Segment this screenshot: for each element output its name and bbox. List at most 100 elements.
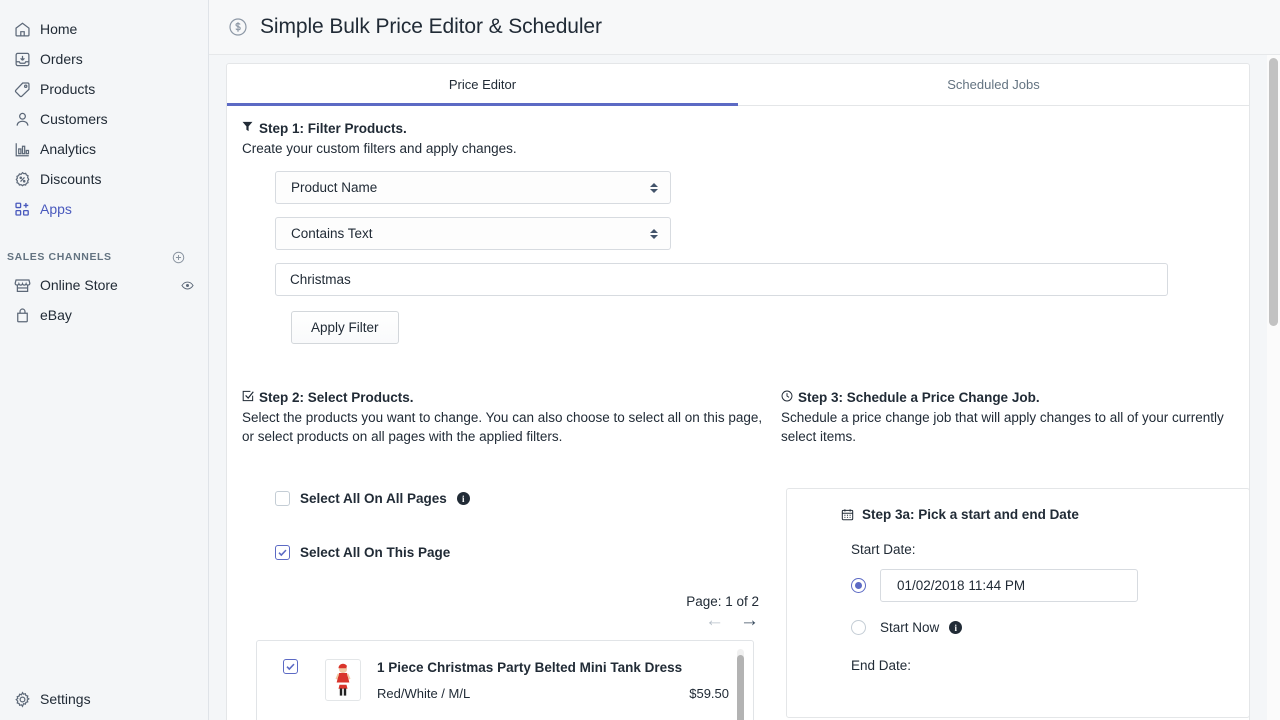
next-page-arrow-icon[interactable]: → [740, 611, 759, 630]
product-field-select[interactable]: Product Name [275, 171, 671, 204]
end-date-label: End Date: [851, 658, 912, 673]
section-title: SALES CHANNELS [7, 251, 112, 263]
sidebar-item-label: Orders [40, 51, 83, 67]
sidebar-item-apps[interactable]: Apps [0, 194, 208, 224]
info-icon[interactable]: i [456, 492, 470, 505]
start-date-radio-row [787, 569, 1249, 602]
select-all-this-page-label: Select All On This Page [300, 545, 451, 560]
select-all-pages-label: Select All On All Pages [300, 491, 447, 506]
step-1-fields: Product Name Contains Text Christmas App… [242, 171, 1227, 344]
apps-icon [4, 198, 40, 220]
step-3-title: Step 3: Schedule a Price Change Job. [798, 390, 1040, 405]
sidebar-footer: Settings [0, 684, 208, 720]
start-date-radio[interactable] [851, 578, 866, 593]
select-all-pages-row: Select All On All Pages i [275, 491, 769, 506]
prev-page-arrow-icon[interactable]: ← [705, 611, 724, 630]
condition-select-value: Contains Text [291, 226, 373, 241]
sidebar-item-label: Products [40, 81, 96, 97]
start-now-label: Start Now [880, 620, 940, 635]
sidebar-section-sales-channels: SALES CHANNELS [0, 244, 208, 270]
sidebar-item-online-store[interactable]: Online Store [0, 270, 208, 300]
sidebar-item-ebay[interactable]: eBay [0, 300, 208, 330]
select-all-this-page-checkbox[interactable] [275, 545, 290, 560]
start-now-radio-row: Start Now i [787, 620, 1249, 635]
sidebar-item-settings[interactable]: Settings [0, 684, 208, 714]
content-area: Price Editor Scheduled Jobs Step 1: Filt… [209, 55, 1280, 720]
product-list-scrollbar-thumb[interactable] [737, 655, 744, 720]
person-icon [4, 108, 40, 130]
step-3a-title: Step 3a: Pick a start and end Date [862, 507, 1079, 522]
gear-icon [4, 688, 40, 710]
sidebar-item-label: Apps [40, 201, 72, 217]
product-list-item[interactable]: 1 Piece Christmas Party Belted Mini Tank… [257, 641, 753, 701]
step-1-title: Step 1: Filter Products. [259, 121, 407, 136]
tab-price-editor[interactable]: Price Editor [227, 64, 738, 106]
sidebar-item-label: Analytics [40, 141, 97, 157]
sidebar-nav-list: Home Orders Products Customers Analytics… [0, 0, 208, 330]
app-root: Home Orders Products Customers Analytics… [0, 0, 1280, 720]
sidebar-item-home[interactable]: Home [0, 14, 208, 44]
tab-bar: Price Editor Scheduled Jobs [227, 64, 1249, 106]
step-2-title: Step 2: Select Products. [259, 390, 414, 405]
orders-icon [4, 48, 40, 70]
card-body: Step 1: Filter Products. Create your cus… [227, 106, 1250, 720]
condition-select[interactable]: Contains Text [275, 217, 671, 250]
sidebar: Home Orders Products Customers Analytics… [0, 0, 209, 720]
bag-icon [4, 304, 40, 326]
home-icon [4, 18, 40, 40]
sidebar-item-analytics[interactable]: Analytics [0, 134, 208, 164]
start-date-input[interactable] [880, 569, 1138, 602]
sidebar-item-label: Home [40, 21, 78, 37]
tab-label: Price Editor [448, 77, 517, 92]
apply-filter-button[interactable]: Apply Filter [291, 311, 399, 344]
app-header: Simple Bulk Price Editor & Scheduler [209, 0, 1280, 55]
step-1-description: Create your custom filters and apply cha… [242, 141, 517, 156]
calendar-icon [841, 508, 854, 521]
plus-circle-icon[interactable] [170, 249, 186, 265]
start-date-label: Start Date: [851, 542, 916, 557]
product-list-panel: 1 Piece Christmas Party Belted Mini Tank… [256, 640, 754, 720]
select-all-pages-checkbox[interactable] [275, 491, 290, 506]
step-3-section: Step 3: Schedule a Price Change Job. Sch… [775, 389, 1250, 720]
step-2-heading: Step 2: Select Products. [242, 389, 769, 406]
filter-text-input[interactable] [275, 263, 1168, 296]
tag-icon [4, 78, 40, 100]
product-variant: Red/White / M/L [377, 686, 471, 701]
product-variant-row: Red/White / M/L $59.50 [377, 686, 729, 701]
steps-2-3-row: Step 2: Select Products. Select the prod… [242, 389, 1250, 720]
sidebar-item-orders[interactable]: Orders [0, 44, 208, 74]
sidebar-item-label: Online Store [40, 277, 118, 293]
sidebar-item-customers[interactable]: Customers [0, 104, 208, 134]
page-title: Simple Bulk Price Editor & Scheduler [260, 15, 602, 38]
main-card: Price Editor Scheduled Jobs Step 1: Filt… [226, 63, 1250, 720]
clock-icon [781, 389, 798, 402]
step-2-description: Select the products you want to change. … [242, 410, 763, 444]
info-icon[interactable]: i [949, 621, 963, 634]
sidebar-item-label: Settings [40, 691, 91, 707]
step-3a-card: Step 3a: Pick a start and end Date Start… [786, 488, 1250, 718]
select-spinner-icon [650, 228, 658, 239]
start-now-radio[interactable] [851, 620, 866, 635]
pagination-status: Page: 1 of 2 [686, 594, 759, 609]
product-field-select-wrap: Product Name [275, 171, 671, 204]
step-1-section: Step 1: Filter Products. Create your cus… [242, 120, 1227, 344]
step-2-section: Step 2: Select Products. Select the prod… [242, 389, 775, 720]
sidebar-item-label: Customers [40, 111, 108, 127]
select-spinner-icon [650, 182, 658, 193]
product-thumbnail [325, 659, 361, 701]
tab-scheduled-jobs[interactable]: Scheduled Jobs [738, 64, 1249, 105]
tab-label: Scheduled Jobs [947, 77, 1040, 92]
page-scrollbar-thumb[interactable] [1269, 58, 1278, 326]
storefront-icon [4, 274, 40, 296]
sidebar-item-products[interactable]: Products [0, 74, 208, 104]
step-3-description: Schedule a price change job that will ap… [781, 410, 1224, 444]
sidebar-item-discounts[interactable]: Discounts [0, 164, 208, 194]
condition-select-wrap: Contains Text [275, 217, 671, 250]
eye-icon[interactable] [179, 277, 195, 293]
product-select-checkbox[interactable] [283, 659, 298, 674]
filter-icon [242, 120, 259, 132]
pagination-controls: ← → [242, 611, 769, 630]
product-info: 1 Piece Christmas Party Belted Mini Tank… [377, 659, 753, 701]
step-2-controls: Select All On All Pages i Select All On … [242, 491, 769, 720]
step-3-heading: Step 3: Schedule a Price Change Job. [781, 389, 1250, 406]
